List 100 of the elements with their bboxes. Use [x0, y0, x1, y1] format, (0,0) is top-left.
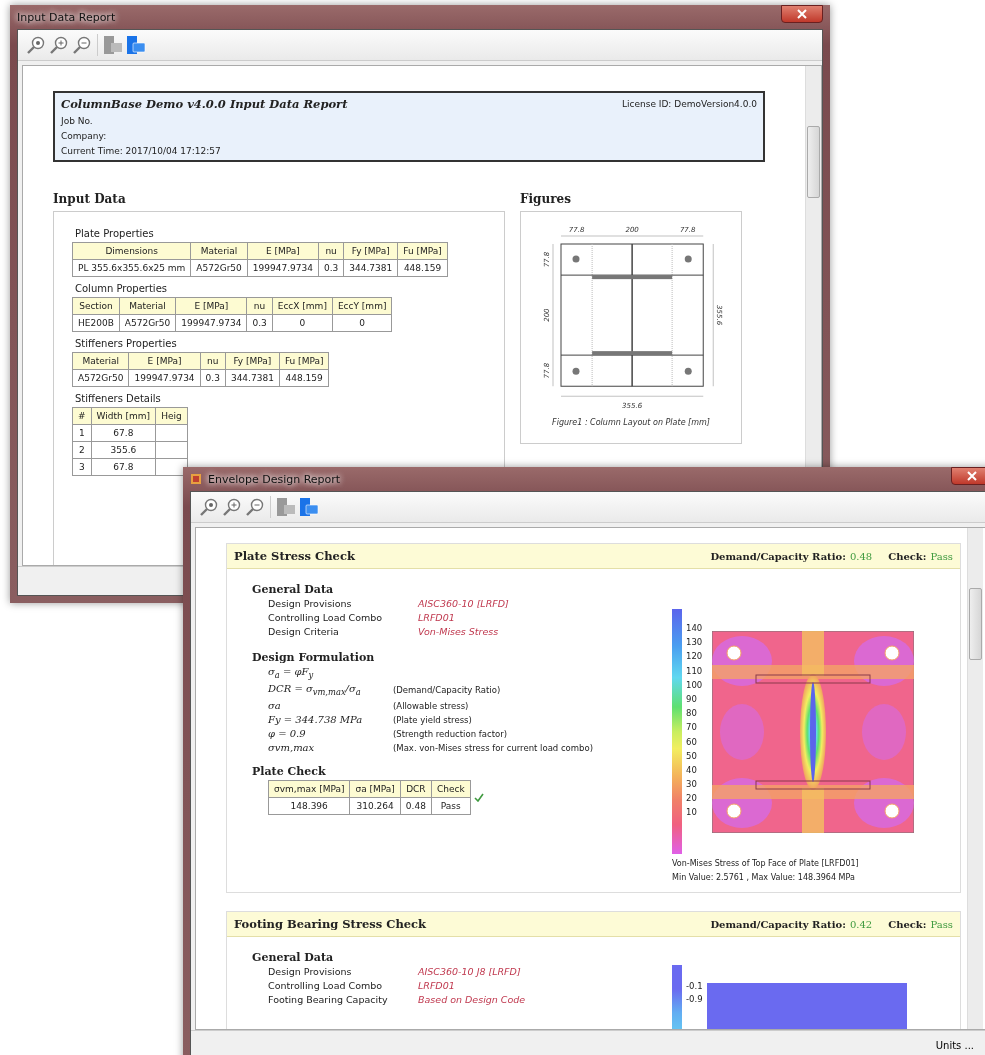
- table-cell: 448.159: [279, 369, 329, 387]
- close-icon: [797, 9, 807, 19]
- table-cell: A572Gr50: [190, 259, 248, 277]
- table-title: Stiffeners Properties: [75, 338, 178, 349]
- legend-label: 10: [686, 807, 698, 818]
- subsection-heading: General Data: [252, 583, 335, 596]
- table-cell: 199947.9734: [247, 259, 319, 277]
- legend-label: 70: [686, 722, 698, 733]
- field-label: Footing Bearing Capacity: [268, 994, 389, 1005]
- formula: σvm,max: [268, 742, 316, 753]
- table-cell: 0: [272, 314, 333, 332]
- formula-note: (Plate yield stress): [393, 714, 473, 725]
- subsection-heading: Plate Check: [252, 765, 327, 778]
- table-cell: 148.396: [268, 797, 350, 815]
- close-button[interactable]: [951, 467, 985, 485]
- units-button[interactable]: Units ...: [931, 1037, 978, 1053]
- report-info: Current Time: 2017/10/04 17:12:57: [61, 146, 222, 156]
- table-cell: 0.3: [246, 314, 273, 332]
- table-cell: 199947.9734: [175, 314, 247, 332]
- table-header-cell: Fy [MPa]: [343, 242, 398, 260]
- table-header-cell: Material: [119, 297, 176, 315]
- pdf-icon[interactable]: [299, 496, 319, 518]
- section-heading: Figures: [520, 192, 572, 206]
- table-header-cell: σa [MPa]: [349, 780, 401, 798]
- legend-label: 120: [686, 651, 704, 662]
- ratio-value: 0.42: [849, 918, 873, 930]
- table-cell: 355.6: [91, 441, 156, 459]
- formula: σ$_{a}$ = φF$_{y}$: [268, 666, 315, 680]
- formula-note: (Demand/Capacity Ratio): [393, 685, 502, 695]
- legend-label: 80: [686, 708, 698, 719]
- figure-caption: Figure1 : Column Layout on Plate [mm]: [552, 418, 710, 427]
- report-info: Company:: [61, 131, 108, 141]
- app-icon: [190, 473, 202, 485]
- table-cell: 448.159: [397, 259, 448, 277]
- table-header-cell: E [MPa]: [175, 297, 247, 315]
- export-icon[interactable]: [103, 34, 123, 56]
- table-cell: 344.7381: [225, 369, 280, 387]
- close-button[interactable]: [781, 5, 823, 23]
- plot-caption: Min Value: 2.5761 , Max Value: 148.3964 MPa: [672, 873, 856, 882]
- table-header-cell: Fu [MPa]: [279, 352, 329, 370]
- scrollbar-thumb[interactable]: [969, 588, 982, 660]
- field-label: Design Criteria: [268, 626, 340, 637]
- legend-label: 130: [686, 637, 704, 648]
- section-title: Footing Bearing Stress Check: [234, 917, 427, 931]
- field-value: AISC360-10 J8 [LRFD]: [418, 966, 522, 977]
- formula: Fy = 344.738 MPa: [268, 714, 364, 725]
- section-title: Plate Stress Check: [234, 549, 355, 563]
- formula-note: (Max. von-Mises stress for current load combo): [393, 742, 594, 753]
- report-info: Job No.: [61, 116, 94, 126]
- field-value: LRFD01: [418, 980, 456, 991]
- scrollbar-thumb[interactable]: [807, 126, 820, 198]
- legend-label: 110: [686, 665, 704, 676]
- table-header-cell: Section: [72, 297, 120, 315]
- formula: φ = 0.9: [268, 728, 307, 739]
- zoom-reset-icon[interactable]: [49, 35, 69, 55]
- table-cell: 310.264: [349, 797, 401, 815]
- check-label: Check:: [888, 918, 927, 930]
- table-cell: 67.8: [91, 458, 156, 476]
- formula: σa: [268, 700, 282, 711]
- table-header-cell: nu: [246, 297, 273, 315]
- table-header-cell: Fu [MPa]: [397, 242, 448, 260]
- section-heading: Input Data: [53, 192, 127, 206]
- table-header-cell: E [MPa]: [247, 242, 319, 260]
- table-title: Stiffeners Details: [75, 393, 162, 404]
- pdf-icon[interactable]: [126, 34, 146, 56]
- table-header-cell: Material: [190, 242, 248, 260]
- zoom-out-icon[interactable]: [245, 497, 265, 517]
- field-value: Based on Design Code: [418, 994, 527, 1005]
- ratio-label: Demand/Capacity Ratio:: [710, 550, 846, 562]
- legend-label: 140: [686, 623, 704, 633]
- check-value: Pass: [930, 918, 953, 930]
- zoom-in-icon[interactable]: [199, 497, 219, 517]
- table-header-cell: Heig: [155, 407, 188, 425]
- formula: DCR = σ$_{vm,max}$/σ$_{a}$: [268, 683, 362, 697]
- table-header-cell: DCR: [400, 780, 432, 798]
- table-header-cell: EccX [mm]: [272, 297, 333, 315]
- table-header-cell: Width [mm]: [91, 407, 156, 425]
- legend-label: 100: [686, 679, 704, 690]
- field-value: AISC360-10 [LRFD]: [418, 598, 510, 609]
- table-cell: Pass: [431, 797, 471, 815]
- export-icon[interactable]: [276, 496, 296, 518]
- table-title: Plate Properties: [75, 228, 155, 239]
- table-header-cell: Fy [MPa]: [225, 352, 280, 370]
- window-title: Envelope Design Report: [208, 472, 341, 486]
- field-value: LRFD01: [418, 612, 456, 623]
- ratio-label: Demand/Capacity Ratio:: [710, 918, 846, 930]
- ratio-value: 0.48: [849, 550, 873, 562]
- check-value: Pass: [930, 550, 953, 562]
- table-cell: 0.3: [200, 369, 226, 387]
- table-cell: 67.8: [91, 424, 156, 442]
- field-value: Von-Mises Stress: [418, 626, 500, 637]
- zoom-out-icon[interactable]: [72, 35, 92, 55]
- table-title: Column Properties: [75, 283, 168, 294]
- legend-label: 60: [686, 736, 698, 747]
- zoom-reset-icon[interactable]: [222, 497, 242, 517]
- zoom-in-icon[interactable]: [26, 35, 46, 55]
- license-text: License ID: DemoVersion4.0.0: [622, 99, 757, 109]
- table-cell: A572Gr50: [119, 314, 176, 332]
- formula-note: (Allowable stress): [393, 700, 470, 711]
- legend-label: 40: [686, 764, 698, 775]
